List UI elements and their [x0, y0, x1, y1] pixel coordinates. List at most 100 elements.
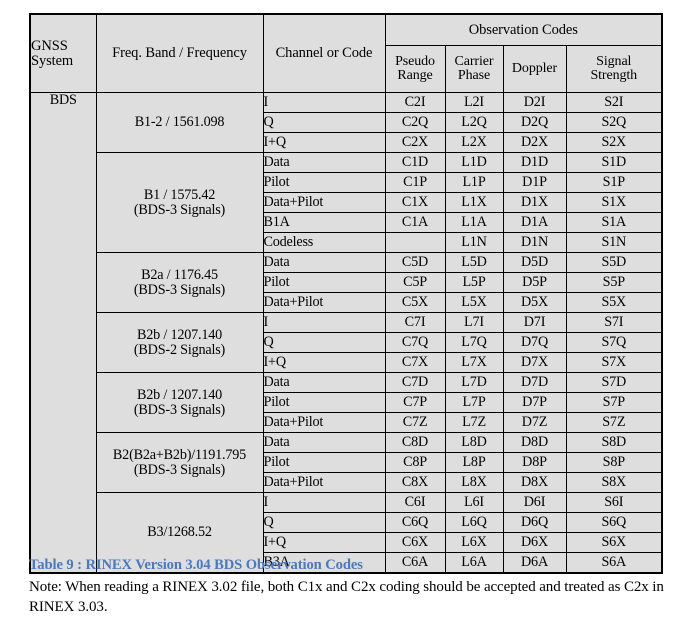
cell-channel-or-code: Pilot: [262, 172, 386, 193]
cell-gnss-system: BDS: [29, 92, 97, 574]
cell-carrier-phase: L7Q: [444, 332, 504, 353]
cell-channel-or-code: Data: [262, 432, 386, 453]
cell-channel-or-code: Codeless: [262, 232, 386, 253]
cell-signal-strength: S2X: [565, 132, 663, 153]
cell-pseudo-range: C5D: [384, 252, 446, 273]
cell-pseudo-range: C7Q: [384, 332, 446, 353]
cell-doppler: D7I: [502, 312, 567, 333]
cell-carrier-phase: L2Q: [444, 112, 504, 133]
cell-doppler: D2Q: [502, 112, 567, 133]
column-header-freq-band: Freq. Band / Frequency: [95, 13, 264, 93]
cell-pseudo-range: C5P: [384, 272, 446, 293]
cell-channel-or-code: I: [262, 312, 386, 333]
cell-pseudo-range: C6Q: [384, 512, 446, 533]
cell-signal-strength: S8X: [565, 472, 663, 493]
document-page: GNSS System Freq. Band / Frequency Chann…: [0, 0, 679, 625]
signal-strength-label-line2: Strength: [590, 68, 638, 83]
cell-signal-strength: S5D: [565, 252, 663, 273]
cell-doppler: D1N: [502, 232, 567, 253]
cell-freq-band: B2a / 1176.45 (BDS-3 Signals): [95, 252, 264, 313]
cell-doppler: D1A: [502, 212, 567, 233]
column-header-carrier-phase: Carrier Phase: [444, 45, 504, 93]
cell-carrier-phase: L7D: [444, 372, 504, 393]
cell-channel-or-code: Q: [262, 112, 386, 133]
cell-signal-strength: S1X: [565, 192, 663, 213]
cell-channel-or-code: Pilot: [262, 272, 386, 293]
cell-carrier-phase: L7X: [444, 352, 504, 373]
cell-signal-strength: S1N: [565, 232, 663, 253]
cell-doppler: D6Q: [502, 512, 567, 533]
cell-channel-or-code: Data: [262, 152, 386, 173]
cell-carrier-phase: L1X: [444, 192, 504, 213]
cell-carrier-phase: L1P: [444, 172, 504, 193]
cell-carrier-phase: L6Q: [444, 512, 504, 533]
cell-carrier-phase: L7I: [444, 312, 504, 333]
freq-band-line2: (BDS-3 Signals): [133, 201, 226, 218]
cell-carrier-phase: L8D: [444, 432, 504, 453]
cell-doppler: D6X: [502, 532, 567, 553]
table-row: B1 / 1575.42 (BDS-3 Signals) Data C1D L1D D1D…: [30, 152, 663, 253]
carrier-phase-label-line2: Phase: [457, 68, 491, 83]
cell-pseudo-range: C2I: [384, 92, 446, 113]
cell-pseudo-range: C1D: [384, 152, 446, 173]
carrier-phase-label-line1: Carrier: [454, 53, 494, 69]
cell-doppler: D5P: [502, 272, 567, 293]
cell-channel-or-code: Pilot: [262, 452, 386, 473]
cell-pseudo-range: C1X: [384, 192, 446, 213]
cell-pseudo-range: C1P: [384, 172, 446, 193]
column-header-gnss-system: GNSS System: [29, 13, 97, 93]
cell-doppler: D1D: [502, 152, 567, 173]
cell-carrier-phase: L5P: [444, 272, 504, 293]
cell-carrier-phase: L1A: [444, 212, 504, 233]
cell-pseudo-range: C6I: [384, 492, 446, 513]
cell-doppler: D2I: [502, 92, 567, 113]
cell-pseudo-range: C2Q: [384, 112, 446, 133]
cell-pseudo-range: C6X: [384, 532, 446, 553]
cell-doppler: D5D: [502, 252, 567, 273]
cell-carrier-phase: L5X: [444, 292, 504, 313]
cell-signal-strength: S1A: [565, 212, 663, 233]
freq-band-line2: (BDS-3 Signals): [133, 281, 226, 298]
cell-channel-or-code: I+Q: [262, 532, 386, 553]
cell-channel-or-code: Data+Pilot: [262, 292, 386, 313]
cell-signal-strength: S7P: [565, 392, 663, 413]
cell-channel-or-code: Data: [262, 252, 386, 273]
cell-pseudo-range: C7I: [384, 312, 446, 333]
cell-freq-band: B2(B2a+B2b)/1191.795 (BDS-3 Signals): [95, 432, 264, 493]
cell-signal-strength: S2I: [565, 92, 663, 113]
cell-signal-strength: S7D: [565, 372, 663, 393]
cell-channel-or-code: Data+Pilot: [262, 412, 386, 433]
cell-doppler: D1X: [502, 192, 567, 213]
cell-channel-or-code: B1A: [262, 212, 386, 233]
cell-signal-strength: S7Z: [565, 412, 663, 433]
freq-band-line1: B1-2 / 1561.098: [134, 114, 225, 131]
cell-channel-or-code: Data: [262, 372, 386, 393]
cell-channel-or-code: Q: [262, 332, 386, 353]
cell-carrier-phase: L6A: [444, 552, 504, 574]
table-row: BDS B1-2 / 1561.098 I C2I L2I D2I S2I: [29, 92, 663, 574]
freq-band-line2: (BDS-3 Signals): [133, 461, 226, 478]
cell-doppler: D7Z: [502, 412, 567, 433]
cell-signal-strength: S5P: [565, 272, 663, 293]
cell-doppler: D7P: [502, 392, 567, 413]
cell-signal-strength: S1D: [565, 152, 663, 173]
cell-signal-strength: S8D: [565, 432, 663, 453]
cell-pseudo-range: C8D: [384, 432, 446, 453]
cell-signal-strength: S7X: [565, 352, 663, 373]
cell-doppler: D6I: [502, 492, 567, 513]
cell-channel-or-code: Q: [262, 512, 386, 533]
cell-signal-strength: S2Q: [565, 112, 663, 133]
bds-observation-codes-table-container: GNSS System Freq. Band / Frequency Chann…: [29, 13, 664, 574]
cell-signal-strength: S7I: [565, 312, 663, 333]
cell-doppler: D7Q: [502, 332, 567, 353]
cell-doppler: D1P: [502, 172, 567, 193]
cell-pseudo-range: C2X: [384, 132, 446, 153]
cell-signal-strength: S6Q: [565, 512, 663, 533]
cell-carrier-phase: L7Z: [444, 412, 504, 433]
freq-band-line2: (BDS-2 Signals): [133, 341, 226, 358]
cell-channel-or-code: I: [262, 92, 386, 113]
table-row: B3/1268.52 I C6I L6I D6I S6I: [30, 492, 663, 574]
cell-pseudo-range: C8P: [384, 452, 446, 473]
cell-carrier-phase: L2I: [444, 92, 504, 113]
cell-pseudo-range: C7X: [384, 352, 446, 373]
